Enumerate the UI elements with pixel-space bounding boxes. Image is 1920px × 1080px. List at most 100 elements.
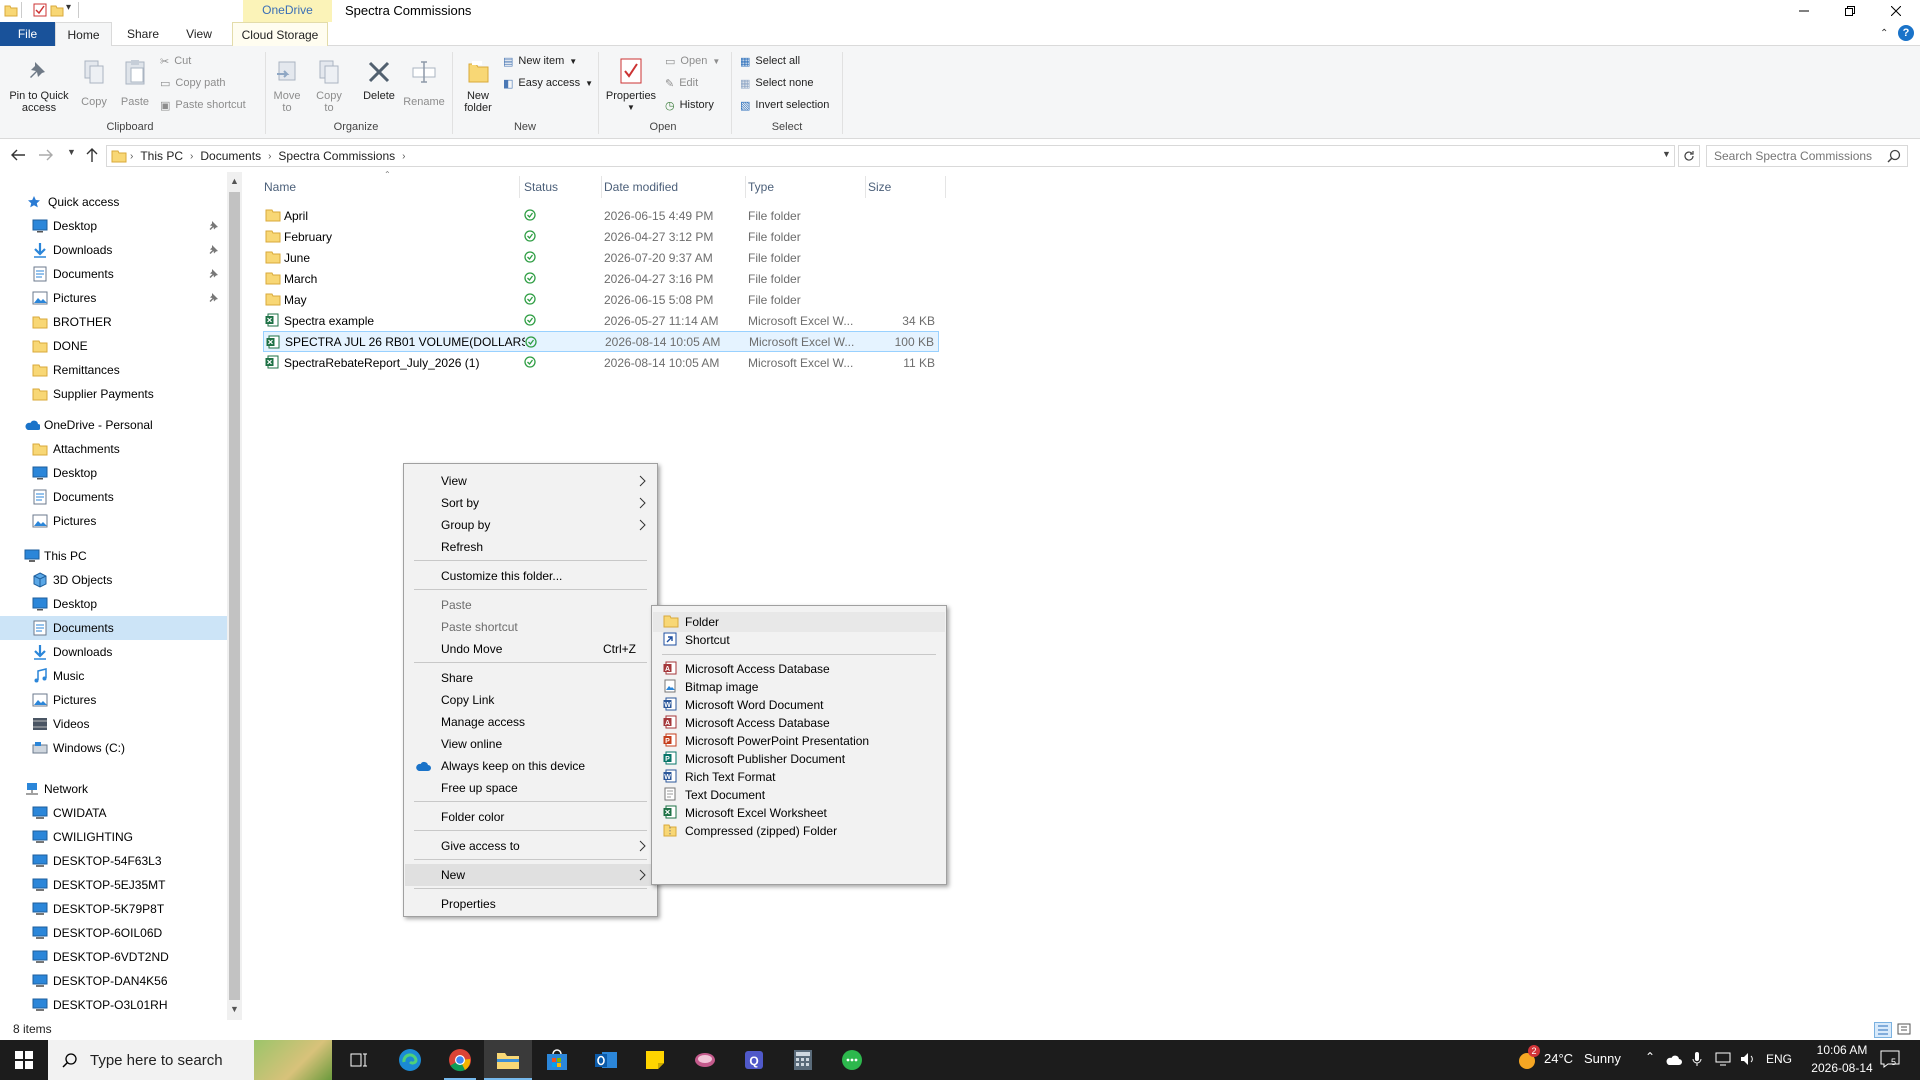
file-row[interactable]: June 2026-07-20 9:37 AM File folder <box>263 247 939 268</box>
navigation-scrollbar[interactable]: ▲ ▼ <box>227 172 242 1020</box>
menu-item-free-up-space[interactable]: Free up space <box>405 777 656 799</box>
breadcrumb-separator-icon[interactable]: › <box>127 151 136 162</box>
nav-network-item-desktop-dan4k56[interactable]: DESKTOP-DAN4K56 <box>0 969 227 993</box>
nav-quick-access-item-supplier-payments[interactable]: Supplier Payments <box>0 382 227 406</box>
breadcrumb-separator-icon[interactable]: › <box>187 151 196 162</box>
nav-this-pc-item-music[interactable]: Music <box>0 664 227 688</box>
new-folder-quick-icon[interactable] <box>50 3 64 17</box>
snipping-tool-app[interactable] <box>681 1040 729 1080</box>
language-indicator[interactable]: ENG <box>1766 1052 1792 1066</box>
address-history-chevron-icon[interactable]: ▼ <box>1662 149 1671 159</box>
refresh-button[interactable] <box>1678 145 1700 167</box>
tab-share[interactable]: Share <box>118 22 168 46</box>
menu-item-give-access[interactable]: Give access to <box>405 835 656 857</box>
nav-this-pc[interactable]: This PC <box>0 544 227 568</box>
nav-network-item-desktop-6oil06d[interactable]: DESKTOP-6OIL06D <box>0 921 227 945</box>
address-bar[interactable]: › This PC › Documents › Spectra Commissi… <box>106 145 1675 167</box>
restore-button[interactable] <box>1827 0 1873 22</box>
new-submenu-item-microsoft-word-document[interactable]: W Microsoft Word Document <box>653 695 945 715</box>
up-arrow-icon[interactable] <box>85 147 99 163</box>
new-submenu-item-microsoft-powerpoint-presentation[interactable]: P Microsoft PowerPoint Presentation <box>653 731 945 751</box>
nav-this-pc-item-downloads[interactable]: Downloads <box>0 640 227 664</box>
task-view-button[interactable] <box>335 1040 383 1080</box>
breadcrumb-separator-icon[interactable]: › <box>399 151 408 162</box>
store-app[interactable] <box>533 1040 581 1080</box>
nav-quick-access-item-pictures[interactable]: Pictures <box>0 286 227 310</box>
copy-path-button[interactable]: ▭ Copy path <box>160 74 226 92</box>
nav-network-item-cwidata[interactable]: CWIDATA <box>0 801 227 825</box>
menu-item-group-by[interactable]: Group by <box>405 514 656 536</box>
paste-button[interactable]: Paste <box>116 58 154 108</box>
teams-app[interactable]: Q <box>730 1040 778 1080</box>
file-row[interactable]: Spectra example 2026-05-27 11:14 AM Micros… <box>263 310 939 331</box>
nav-network-item-desktop-54f63l3[interactable]: DESKTOP-54F63L3 <box>0 849 227 873</box>
nav-this-pc-item-videos[interactable]: Videos <box>0 712 227 736</box>
nav-this-pc-item-pictures[interactable]: Pictures <box>0 688 227 712</box>
nav-onedrive-item-attachments[interactable]: Attachments <box>0 437 227 461</box>
network-tray-icon[interactable] <box>1714 1052 1732 1066</box>
history-button[interactable]: ◷ History <box>665 96 714 114</box>
breadcrumb-spectra-commissions[interactable]: Spectra Commissions <box>274 149 399 163</box>
breadcrumb-this-pc[interactable]: This PC <box>136 149 187 163</box>
column-header-type[interactable]: Type <box>746 176 866 198</box>
start-button[interactable] <box>0 1040 48 1080</box>
nav-quick-access-item-documents[interactable]: Documents <box>0 262 227 286</box>
search-input[interactable] <box>1706 145 1908 167</box>
weather-sun-icon[interactable]: 2 <box>1516 1045 1540 1071</box>
clock-time[interactable]: 10:06 AM <box>1806 1043 1878 1057</box>
delete-button[interactable]: Delete <box>360 58 398 102</box>
file-row[interactable]: April 2026-06-15 4:49 PM File folder <box>263 205 939 226</box>
chrome-app[interactable] <box>436 1040 484 1080</box>
menu-item-view-online[interactable]: View online <box>405 733 656 755</box>
sticky-notes-app[interactable] <box>631 1040 679 1080</box>
nav-onedrive-item-documents[interactable]: Documents <box>0 485 227 509</box>
column-header-status[interactable]: Status <box>522 176 602 198</box>
file-row[interactable]: March 2026-04-27 3:16 PM File folder <box>263 268 939 289</box>
forward-arrow-icon[interactable] <box>38 148 54 162</box>
new-submenu-item-shortcut[interactable]: Shortcut <box>653 630 945 650</box>
invert-selection-button[interactable]: ▧ Invert selection <box>740 96 829 114</box>
outlook-app[interactable] <box>582 1040 630 1080</box>
file-row[interactable]: SPECTRA JUL 26 RB01 VOLUME(DOLLARS... 202… <box>263 331 939 352</box>
new-submenu-item-folder[interactable]: Folder <box>653 612 945 632</box>
breadcrumb-separator-icon[interactable]: › <box>265 151 274 162</box>
calculator-app[interactable] <box>779 1040 827 1080</box>
nav-onedrive[interactable]: OneDrive - Personal <box>0 413 227 437</box>
nav-network-item-desktop-5ej35mt[interactable]: DESKTOP-5EJ35MT <box>0 873 227 897</box>
column-header-date[interactable]: Date modified <box>602 176 746 198</box>
large-icons-view-button[interactable] <box>1896 1022 1914 1038</box>
menu-item-copy-link[interactable]: Copy Link <box>405 689 656 711</box>
new-submenu-item-microsoft-access-database[interactable]: A Microsoft Access Database <box>653 659 945 679</box>
nav-network-item-desktop-5k79p8t[interactable]: DESKTOP-5K79P8T <box>0 897 227 921</box>
new-submenu-item-bitmap-image[interactable]: Bitmap image <box>653 677 945 697</box>
properties-quick-icon[interactable] <box>33 3 47 17</box>
new-submenu-item-rich-text-format[interactable]: W Rich Text Format <box>653 767 945 787</box>
menu-item-always-keep[interactable]: Always keep on this device <box>405 755 656 777</box>
copy-button[interactable]: Copy <box>76 58 112 108</box>
nav-network-item-desktop-o3l01rh[interactable]: DESKTOP-O3L01RH <box>0 993 227 1017</box>
scroll-up-arrow-icon[interactable]: ▲ <box>230 176 239 186</box>
notification-center-button[interactable]: 5 <box>1880 1050 1902 1070</box>
copy-to-button[interactable]: Copy to <box>312 58 346 114</box>
rename-button[interactable]: Rename <box>402 58 446 108</box>
tab-home[interactable]: Home <box>55 22 112 47</box>
easy-access-button[interactable]: ◧ Easy access ▼ <box>503 74 593 92</box>
menu-item-paste[interactable]: Paste <box>405 594 656 616</box>
nav-this-pc-item-windows-c[interactable]: Windows (C:) <box>0 736 227 760</box>
volume-icon[interactable] <box>1740 1052 1756 1066</box>
new-submenu-item-compressed-zipped-folder[interactable]: Compressed (zipped) Folder <box>653 821 945 841</box>
menu-item-folder-color[interactable]: Folder color <box>405 806 656 828</box>
nav-quick-access-item-brother[interactable]: BROTHER <box>0 310 227 334</box>
open-button[interactable]: ▭ Open ▼ <box>665 52 720 70</box>
weather-temperature[interactable]: 24°C <box>1544 1051 1573 1066</box>
menu-item-view[interactable]: View <box>405 470 656 492</box>
nav-network-item-cwilighting[interactable]: CWILIGHTING <box>0 825 227 849</box>
edit-button[interactable]: ✎ Edit <box>665 74 698 92</box>
details-view-button[interactable] <box>1874 1022 1892 1038</box>
back-arrow-icon[interactable] <box>10 148 26 162</box>
nav-this-pc-item-desktop[interactable]: Desktop <box>0 592 227 616</box>
show-hidden-icons-chevron-icon[interactable]: ⌃ <box>1645 1050 1655 1064</box>
nav-onedrive-item-desktop[interactable]: Desktop <box>0 461 227 485</box>
file-explorer-app[interactable] <box>484 1040 532 1080</box>
onedrive-tray-icon[interactable] <box>1665 1052 1683 1066</box>
